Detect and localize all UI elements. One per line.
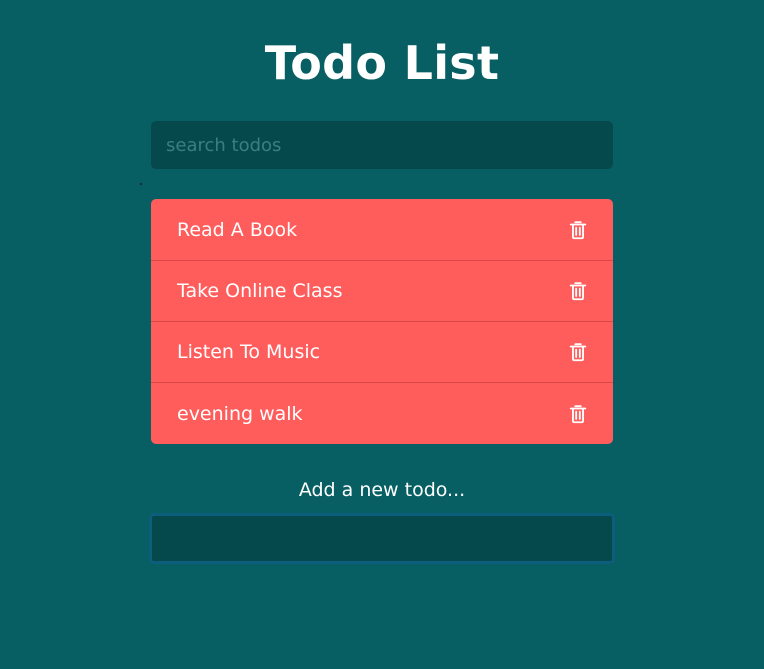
todo-label: Take Online Class xyxy=(177,280,343,302)
todo-item: evening walk xyxy=(151,382,613,444)
stray-dot xyxy=(140,183,142,185)
search-input[interactable] xyxy=(151,121,613,169)
page-title: Todo List xyxy=(264,36,500,90)
todo-item: Take Online Class xyxy=(151,260,613,321)
add-todo-container xyxy=(149,513,615,564)
todo-label: Listen To Music xyxy=(177,341,321,363)
add-todo-label: Add a new todo... xyxy=(298,479,466,501)
todo-label: evening walk xyxy=(177,402,303,425)
todo-list: Read A Book Take Online Class Listen To … xyxy=(151,199,613,444)
trash-icon[interactable] xyxy=(567,341,589,363)
trash-icon[interactable] xyxy=(567,403,589,425)
todo-item: Read A Book xyxy=(151,199,613,260)
trash-icon[interactable] xyxy=(567,219,589,241)
todo-item: Listen To Music xyxy=(151,321,613,382)
todo-app: Todo List Read A Book Take Online Class … xyxy=(0,0,764,669)
search-container xyxy=(151,121,613,169)
add-todo-input[interactable] xyxy=(149,513,615,564)
trash-icon[interactable] xyxy=(567,280,589,302)
todo-label: Read A Book xyxy=(177,218,298,241)
